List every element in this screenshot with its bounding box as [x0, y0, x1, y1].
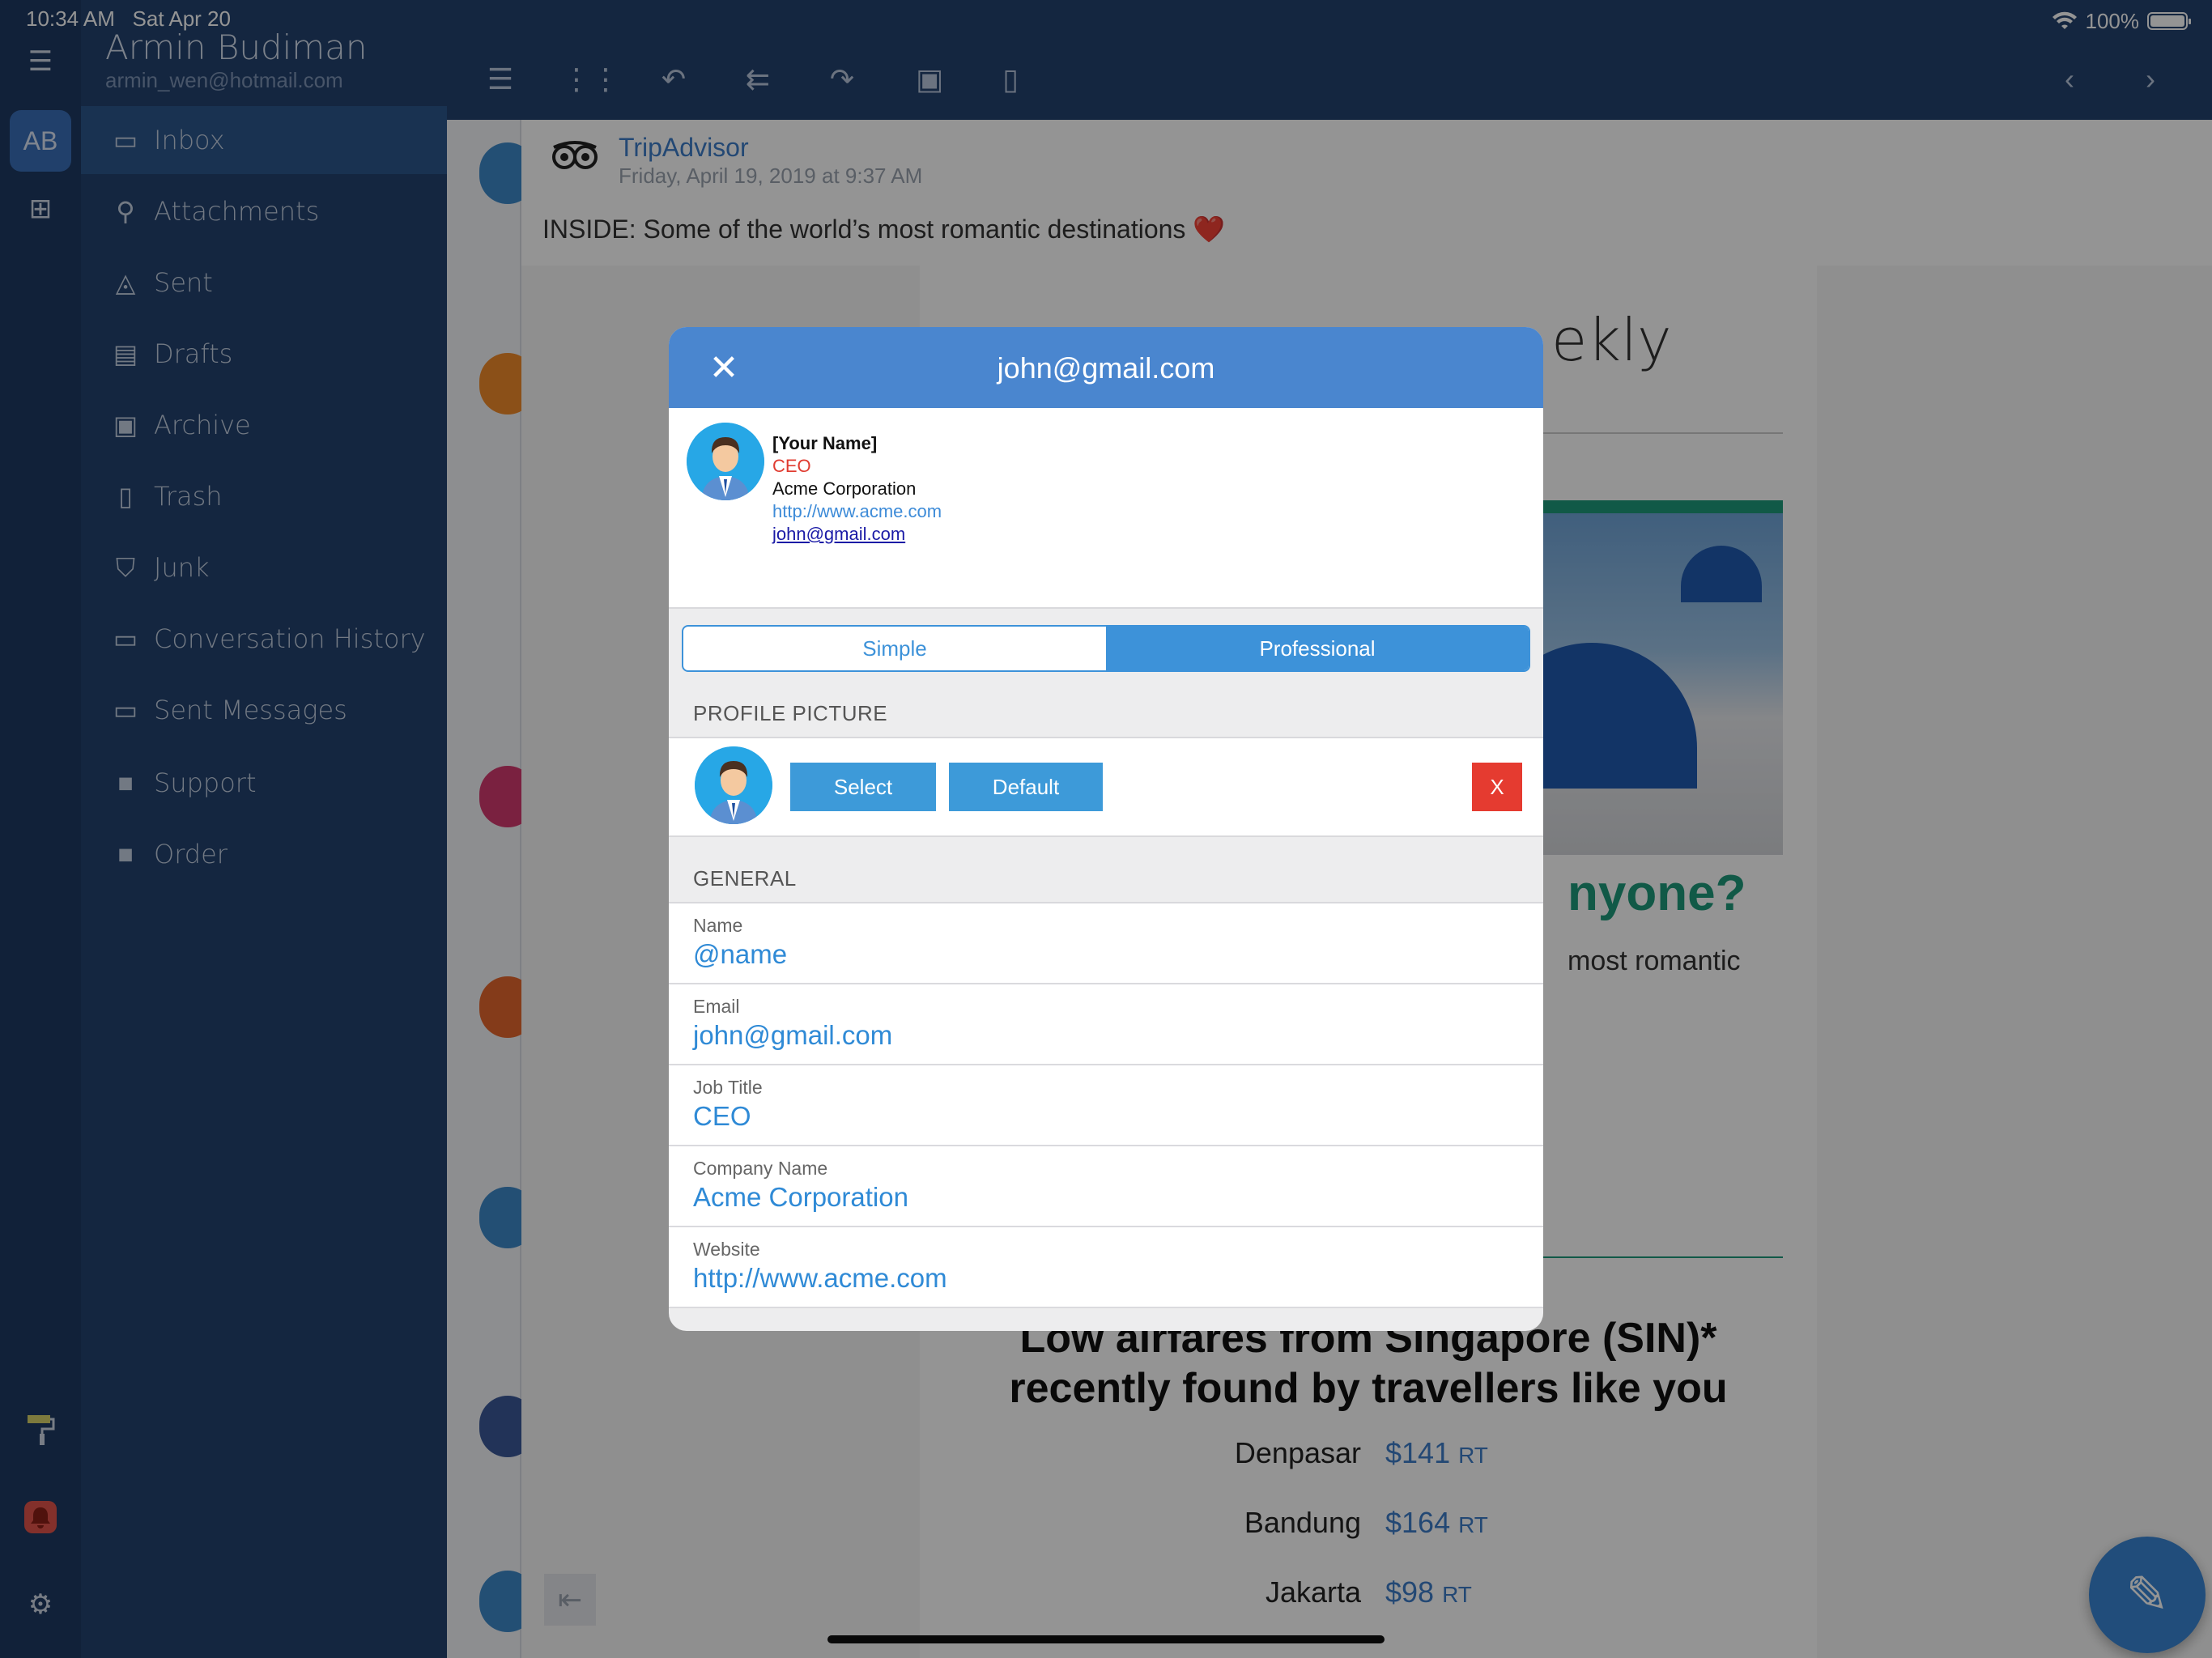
profile-picture-avatar [695, 746, 772, 824]
field-label: Company Name [693, 1158, 828, 1179]
signature-email[interactable]: john@gmail.com [772, 523, 942, 546]
close-icon[interactable]: ✕ [703, 346, 745, 389]
modal-title: john@gmail.com [997, 351, 1215, 385]
profile-picture-row: Select Default X [669, 737, 1543, 837]
segment-professional[interactable]: Professional [1106, 627, 1529, 670]
select-picture-button[interactable]: Select [790, 763, 936, 811]
field-label: Email [693, 996, 740, 1017]
remove-picture-button[interactable]: X [1472, 763, 1522, 811]
field-value[interactable]: http://www.acme.com [693, 1263, 947, 1294]
general-fields: Name @name Email john@gmail.com Job Titl… [669, 902, 1543, 1308]
general-section-label: GENERAL [693, 866, 797, 891]
signature-text: [Your Name] CEO Acme Corporation http://… [772, 432, 942, 546]
signature-company: Acme Corporation [772, 478, 917, 499]
signature-job-title: CEO [772, 456, 811, 476]
field-value[interactable]: Acme Corporation [693, 1182, 908, 1213]
modal-header: john@gmail.com ✕ [669, 327, 1543, 408]
signature-name: [Your Name] [772, 433, 878, 453]
signature-preview: [Your Name] CEO Acme Corporation http://… [669, 408, 1543, 609]
field-label: Website [693, 1239, 760, 1260]
field-value[interactable]: CEO [693, 1101, 751, 1132]
field-value[interactable]: john@gmail.com [693, 1020, 892, 1051]
signature-website[interactable]: http://www.acme.com [772, 500, 942, 523]
field-label: Job Title [693, 1077, 763, 1098]
signature-avatar [687, 423, 764, 500]
default-picture-button[interactable]: Default [949, 763, 1103, 811]
email-field[interactable]: Email john@gmail.com [669, 984, 1543, 1065]
company-name-field[interactable]: Company Name Acme Corporation [669, 1146, 1543, 1227]
segment-simple[interactable]: Simple [683, 627, 1106, 670]
signature-style-segmented-control: Simple Professional [682, 625, 1530, 672]
job-title-field[interactable]: Job Title CEO [669, 1065, 1543, 1146]
field-label: Name [693, 915, 743, 936]
signature-editor-modal: john@gmail.com ✕ [Your Name] CEO Acme Co… [669, 327, 1543, 1331]
profile-picture-section-label: PROFILE PICTURE [693, 701, 888, 725]
field-value[interactable]: @name [693, 939, 787, 970]
website-field[interactable]: Website http://www.acme.com [669, 1227, 1543, 1308]
name-field[interactable]: Name @name [669, 903, 1543, 984]
